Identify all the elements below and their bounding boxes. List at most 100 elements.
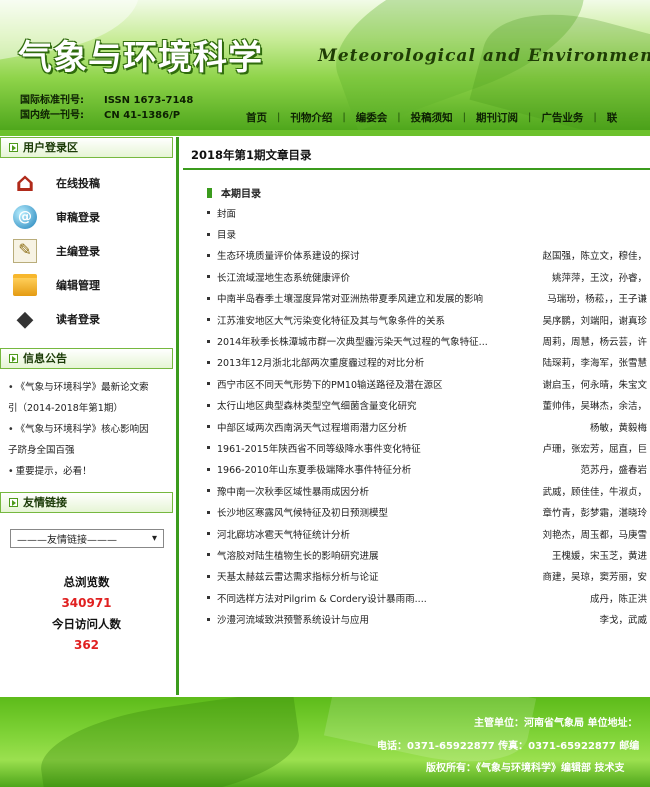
article-title-link[interactable]: 沙澧河流域致洪预警系统设计与应用	[217, 612, 369, 626]
bullet-dot	[207, 617, 210, 621]
at-globe-icon	[10, 204, 40, 230]
links-panel-header: 友情链接	[0, 492, 173, 513]
notice-panel-header: 信息公告	[0, 348, 173, 369]
notice-item[interactable]: • 《气象与环境科学》最新论文索 引（2014-2018年第1期）	[8, 377, 167, 419]
article-title-link[interactable]: 生态环境质量评价体系建设的探讨	[217, 248, 360, 262]
footer-contact: 电话：0371-65922877 传真：0371-65922877 邮编	[377, 741, 640, 752]
main-nav: 首页 | 刊物介绍 | 编委会 | 投稿须知 | 期刊订阅 | 广告业务 | 联	[236, 108, 627, 126]
login-list: 在线投稿 审稿登录 主编登录 编辑管理 读者登录	[0, 158, 173, 336]
bullet-dot	[207, 318, 210, 322]
article-row: 河北廊坊冰雹天气特征统计分析 刘艳杰，周玉都，马庚雪	[207, 523, 650, 544]
login-item-label: 审稿登录	[56, 211, 100, 224]
article-authors: 谢启玉，何永晴，朱宝文	[542, 379, 647, 391]
bullet-dot	[207, 596, 210, 600]
article-authors: 武威，顾佳佳，牛淑贞，	[542, 486, 647, 498]
nav-journal-intro[interactable]: 刊物介绍	[280, 110, 342, 125]
login-item-label: 在线投稿	[56, 177, 100, 190]
article-title-link[interactable]: 天基太赫兹云雷达需求指标分析与论证	[217, 569, 379, 583]
site-footer: 主管单位：河南省气象局 单位地址： 电话：0371-65922877 传真：03…	[0, 697, 650, 787]
bullet-dot	[207, 339, 210, 343]
article-authors: 范苏丹，盛春岩	[580, 465, 647, 477]
section-header: 本期目录	[207, 185, 261, 200]
article-title-link[interactable]: 中部区域两次西南涡天气过程增雨潜力区分析	[217, 420, 407, 434]
login-online-submission[interactable]: 在线投稿	[10, 166, 173, 200]
article-authors: 成丹，陈正洪	[589, 593, 647, 605]
article-title-link[interactable]: 中南半岛春季土壤湿度异常对亚洲热带夏季风建立和发展的影响	[217, 291, 483, 305]
today-visitors-label: 今日访问人数	[52, 617, 121, 631]
title-rule	[183, 168, 650, 170]
article-title-link[interactable]: 江苏淮安地区大气污染变化特征及其与气象条件的关系	[217, 313, 445, 327]
footer-copyright: 版权所有：《气象与环境科学》编辑部 技术支	[426, 763, 625, 774]
article-row: 2013年12月浙北北部两次重度霾过程的对比分析 陆琛莉，李海军，张雪慧	[207, 352, 650, 373]
bullet-dot	[207, 446, 210, 450]
arrow-box-icon	[9, 143, 18, 152]
section-title: 本期目录	[221, 189, 261, 200]
article-row: 目录	[207, 223, 650, 244]
article-title-link[interactable]: 长沙地区寒露风气候特征及初日预测模型	[217, 505, 388, 519]
article-title-link[interactable]: 长江流域湿地生态系统健康评价	[217, 270, 350, 284]
article-title-link[interactable]: 1966-2010年山东夏季极端降水事件特征分析	[217, 462, 411, 476]
article-title-link[interactable]: 西宁市区不同天气形势下的PM10输送路径及潜在源区	[217, 377, 443, 391]
notice-panel-title: 信息公告	[23, 352, 67, 365]
bullet-dot: •	[8, 466, 14, 477]
article-authors: 杨敏，黄毅梅	[589, 422, 647, 434]
notice-text: 子跻身全国百强	[8, 445, 75, 456]
article-authors: 章竹青，彭梦霜，湛晓玲	[542, 508, 647, 520]
article-title-link[interactable]: 不同选样方法对Pilgrim & Cordery设计暴雨雨....	[217, 591, 427, 605]
nav-contact[interactable]: 联	[597, 110, 628, 125]
article-row: 封面	[207, 202, 650, 223]
bullet-dot	[207, 232, 210, 236]
article-title-link[interactable]: 豫中南一次秋季区域性暴雨成因分析	[217, 484, 369, 498]
login-editor-admin[interactable]: 编辑管理	[10, 268, 173, 302]
nav-editorial-board[interactable]: 编委会	[346, 110, 398, 125]
article-title-link[interactable]: 太行山地区典型森林类型空气细菌含量变化研究	[217, 398, 417, 412]
site-header: 气象与环境科学 Meteorological and Environmental…	[0, 0, 650, 130]
issn-label: 国际标准刊号:	[20, 95, 84, 106]
nav-advertising[interactable]: 广告业务	[531, 110, 593, 125]
arrow-box-icon	[9, 498, 18, 507]
login-reader[interactable]: 读者登录	[10, 302, 173, 336]
login-reviewer[interactable]: 审稿登录	[10, 200, 173, 234]
article-title-link[interactable]: 2013年12月浙北北部两次重度霾过程的对比分析	[217, 355, 424, 369]
links-panel-title: 友情链接	[23, 496, 67, 509]
bullet-dot	[207, 382, 210, 386]
article-row: 西宁市区不同天气形势下的PM10输送路径及潜在源区 谢启玉，何永晴，朱宝文	[207, 373, 650, 394]
login-chief-editor[interactable]: 主编登录	[10, 234, 173, 268]
article-title-link[interactable]: 气溶胶对陆生植物生长的影响研究进展	[217, 548, 379, 562]
notice-list: • 《气象与环境科学》最新论文索 引（2014-2018年第1期） • 《气象与环境…	[0, 369, 173, 482]
article-row: 1966-2010年山东夏季极端降水事件特征分析 范苏丹，盛春岩	[207, 459, 650, 480]
bullet-dot	[207, 403, 210, 407]
article-authors: 董帅伟，吴琳杰，余洁，	[542, 401, 647, 413]
bullet-dot	[207, 296, 210, 300]
article-title-link[interactable]: 2014年秋季长株潭城市群一次典型霾污染天气过程的气象特征...	[217, 334, 488, 348]
nav-subscription[interactable]: 期刊订阅	[466, 110, 528, 125]
article-list: 封面 目录 生态环境质量评价体系建设的探讨 赵国强，陈立文，穆佳， 长江流域湿地生态系统…	[207, 202, 650, 630]
notice-item[interactable]: • 《气象与环境科学》核心影响因 子跻身全国百强	[8, 419, 167, 461]
notice-item[interactable]: • 重要提示，必看！	[8, 461, 167, 482]
bullet-dot	[207, 574, 210, 578]
nav-submission-guide[interactable]: 投稿须知	[401, 110, 463, 125]
issn-value: ISSN 1673-7148	[104, 95, 194, 106]
article-row: 豫中南一次秋季区域性暴雨成因分析 武威，顾佳佳，牛淑贞，	[207, 480, 650, 501]
article-authors: 姚萍萍，王汶，孙睿，	[551, 272, 647, 284]
page-title: 2018年第1期文章目录	[191, 148, 312, 162]
visit-stats: 总浏览数 340971 今日访问人数 362	[0, 572, 173, 656]
article-authors: 李戈，武威	[599, 615, 647, 627]
article-title-link[interactable]: 目录	[217, 227, 236, 241]
article-title-link[interactable]: 封面	[217, 206, 236, 220]
links-wrap: ———友情链接——— ▾	[0, 513, 173, 548]
article-authors: 刘艳杰，周玉都，马庚雪	[542, 529, 647, 541]
leaf-decoration	[35, 697, 305, 787]
pen-icon	[10, 238, 40, 264]
graduation-cap-icon	[10, 306, 40, 332]
article-row: 中南半岛春季土壤湿度异常对亚洲热带夏季风建立和发展的影响 马瑞玢，杨菘，，王子谦	[207, 288, 650, 309]
nav-home[interactable]: 首页	[236, 110, 277, 125]
article-title-link[interactable]: 1961-2015年陕西省不同等级降水事件变化特征	[217, 441, 421, 455]
bullet-dot	[207, 553, 210, 557]
article-row: 气溶胶对陆生植物生长的影响研究进展 王槐媛，宋玉芝，黄进	[207, 544, 650, 565]
friend-links-select[interactable]: ———友情链接——— ▾	[10, 529, 164, 548]
article-authors: 马瑞玢，杨菘，，王子谦	[547, 294, 647, 306]
friend-links-selected: ———友情链接———	[17, 535, 117, 546]
article-title-link[interactable]: 河北廊坊冰雹天气特征统计分析	[217, 527, 350, 541]
total-visits-label: 总浏览数	[63, 575, 110, 589]
